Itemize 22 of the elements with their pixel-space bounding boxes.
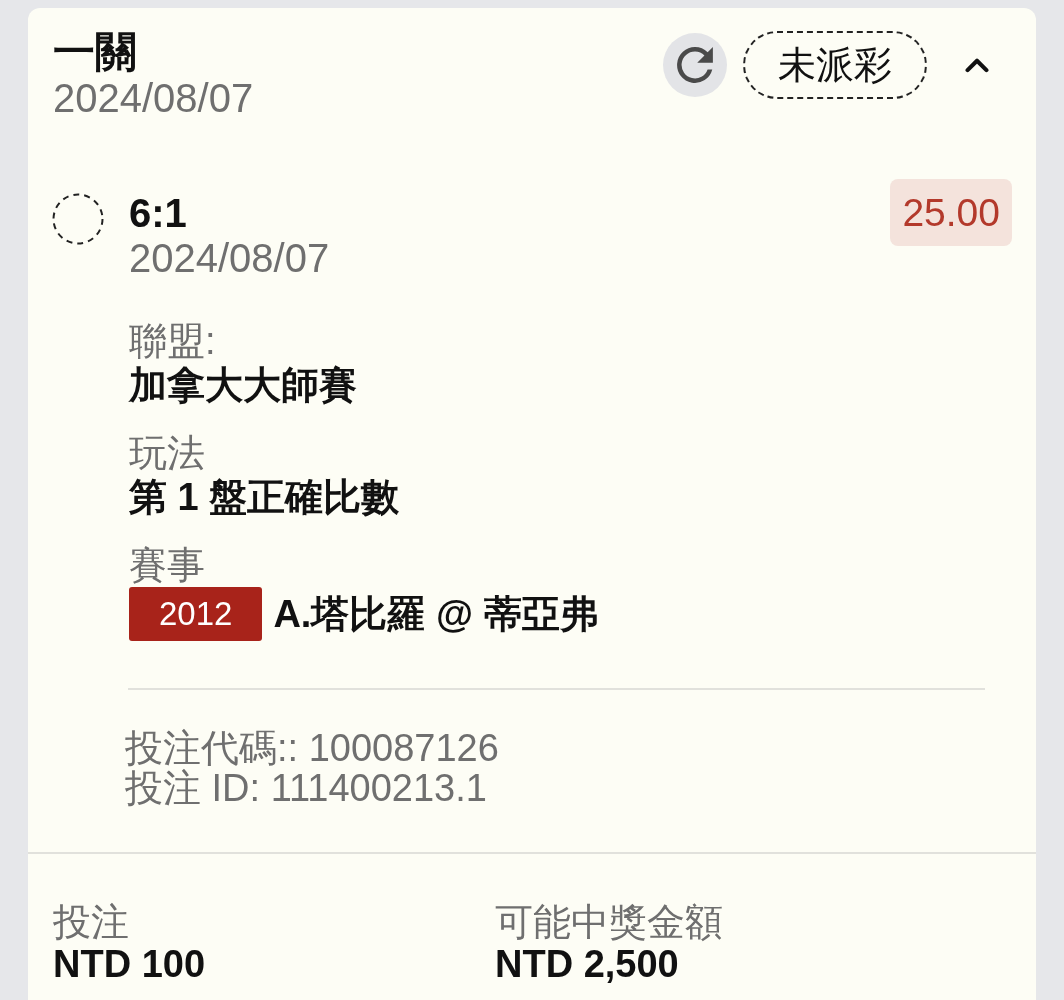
odds-badge: 25.00	[890, 179, 1012, 246]
status-badge: 未派彩	[743, 31, 927, 99]
summary-amount: NTD 2,500	[495, 944, 680, 984]
detail-label: 賽事	[129, 543, 206, 587]
detail-value: 第 1 盤正確比數	[129, 475, 400, 519]
selection-score: 6:1	[129, 190, 188, 236]
dashed-circle-icon	[52, 193, 104, 245]
match-date: 2024/08/07	[129, 236, 331, 280]
summary-label: 投注	[53, 900, 130, 944]
refresh-icon	[676, 46, 714, 84]
summary-amount: NTD 100	[53, 944, 207, 984]
summary-label: 可能中獎金額	[495, 900, 724, 944]
event-code-badge: 2012	[129, 587, 263, 641]
bet-reference: 投注代碼:: 100087126	[125, 728, 500, 768]
detail-value: A.塔比羅 @ 蒂亞弗	[273, 592, 598, 636]
bet-date: 2024/08/07	[53, 76, 254, 120]
detail-value: 加拿大大師賽	[129, 363, 357, 407]
bet-reference: 投注 ID: 111400213.1	[125, 768, 488, 808]
chevron-icon	[965, 57, 989, 73]
bet-type-title: 一關	[53, 28, 138, 76]
detail-label: 聯盟:	[129, 319, 217, 363]
detail-label: 玩法	[129, 431, 206, 475]
